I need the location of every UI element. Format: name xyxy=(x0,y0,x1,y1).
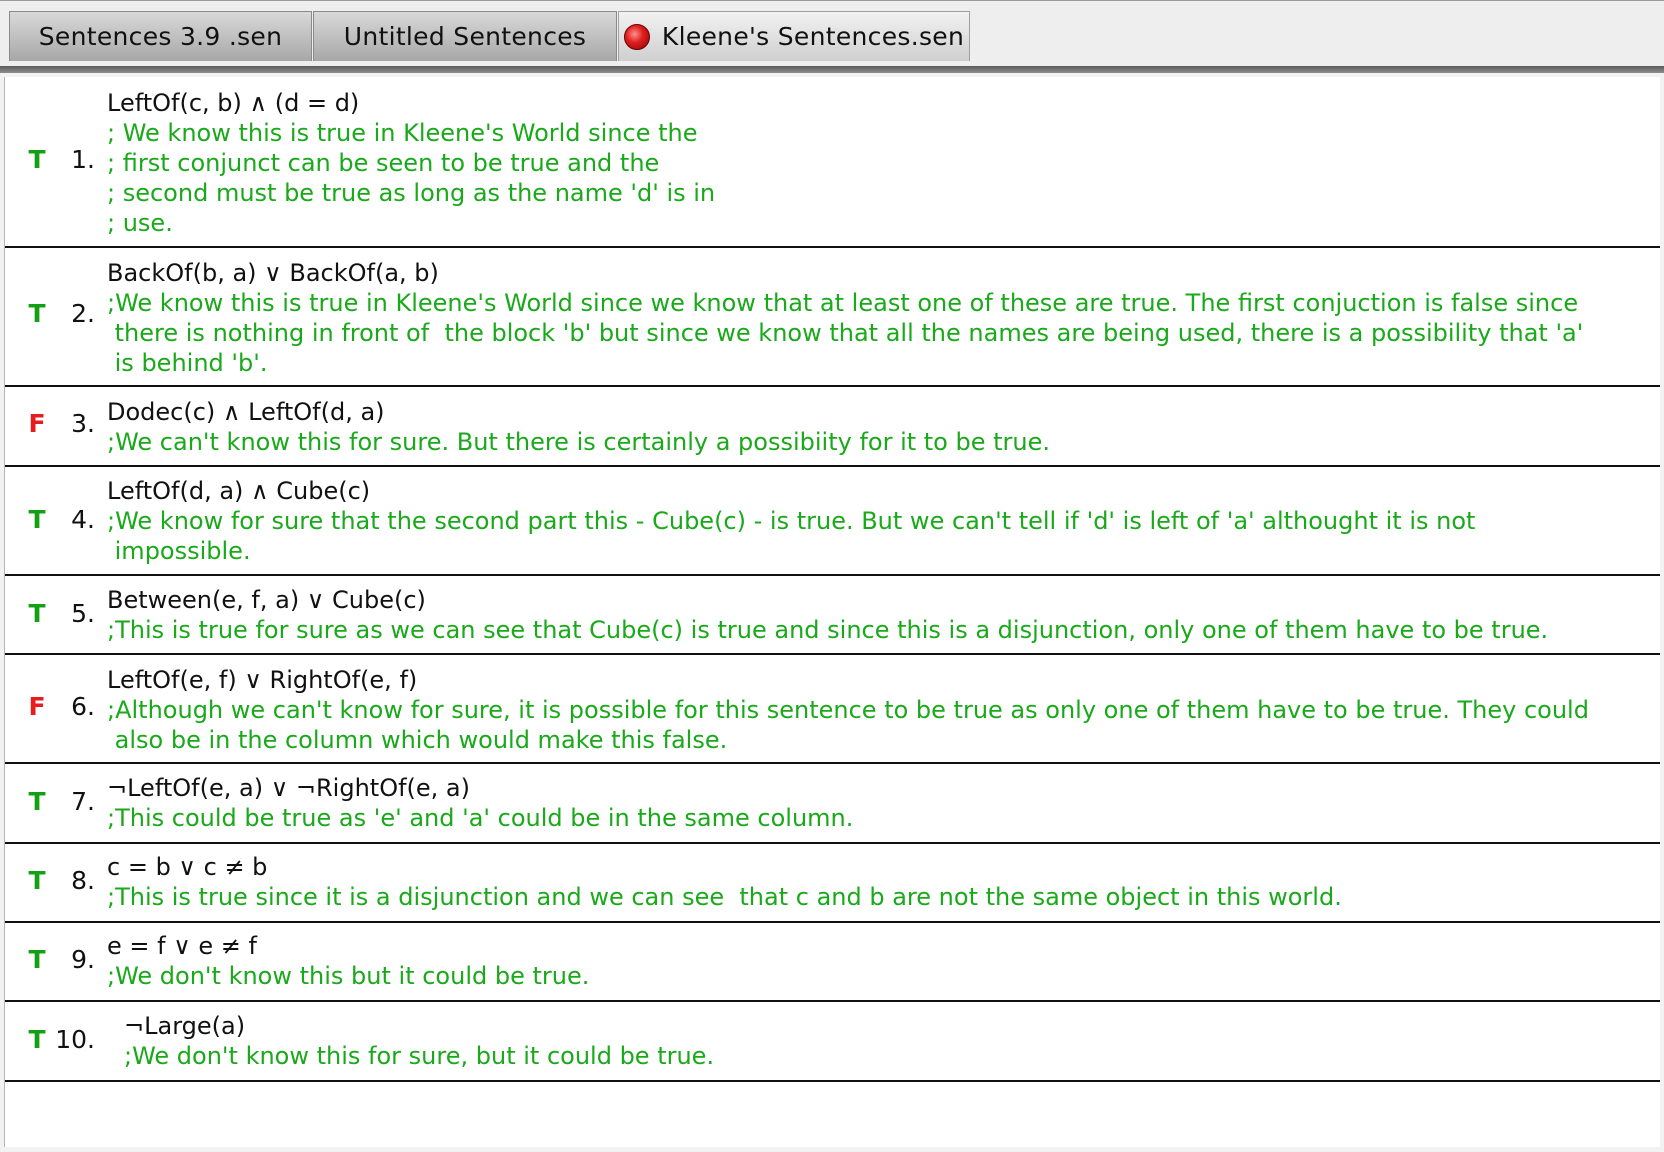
sentence-row-1[interactable]: T 1. LeftOf(c, b) ∧ (d = d) ; We know th… xyxy=(5,77,1660,248)
truth-value: F xyxy=(28,692,46,721)
sentence-formula[interactable]: c = b ∨ c ≠ b xyxy=(107,852,267,882)
sentence-formula[interactable]: e = f ∨ e ≠ f xyxy=(107,931,257,961)
sentence-comment: ;This is true for sure as we can see tha… xyxy=(107,615,1647,645)
sentence-number: 8. xyxy=(71,866,95,895)
sentence-formula[interactable]: LeftOf(d, a) ∧ Cube(c) xyxy=(107,476,370,506)
sentence-formula[interactable]: ¬Large(a) xyxy=(124,1011,245,1041)
sentence-comment: ;This is true since it is a disjunction … xyxy=(107,882,1647,912)
comment-line: ;We can't know this for sure. But there … xyxy=(107,428,1051,456)
sentence-row-7[interactable]: T 7. ¬LeftOf(e, a) ∨ ¬RightOf(e, a) ;Thi… xyxy=(5,764,1660,844)
tab-untitled-sentences[interactable]: Untitled Sentences xyxy=(313,11,617,61)
sentence-row-8[interactable]: T 8. c = b ∨ c ≠ b ;This is true since i… xyxy=(5,844,1660,923)
truth-value: T xyxy=(28,866,46,895)
red-sphere-icon xyxy=(623,23,650,50)
sentence-number: 3. xyxy=(71,409,95,438)
truth-value: T xyxy=(28,1025,46,1054)
tab-sentences-3-9[interactable]: Sentences 3.9 .sen xyxy=(9,11,312,61)
sentence-row-2[interactable]: T 2. BackOf(b, a) ∨ BackOf(a, b) ;We kno… xyxy=(5,248,1660,387)
comment-line: ; second must be true as long as the nam… xyxy=(107,179,716,207)
sentence-row-3[interactable]: F 3. Dodec(c) ∧ LeftOf(d, a) ;We can't k… xyxy=(5,387,1660,467)
sentence-row-9[interactable]: T 9. e = f ∨ e ≠ f ;We don't know this b… xyxy=(5,923,1660,1002)
truth-value: T xyxy=(28,505,46,534)
sentence-formula[interactable]: BackOf(b, a) ∨ BackOf(a, b) xyxy=(107,258,439,288)
sentence-number: 10. xyxy=(55,1025,95,1054)
tab-label: Sentences 3.9 .sen xyxy=(38,22,283,51)
truth-value: T xyxy=(28,145,46,174)
sentence-number: 7. xyxy=(71,787,95,816)
comment-line: impossible. xyxy=(107,537,251,565)
sentence-formula[interactable]: Dodec(c) ∧ LeftOf(d, a) xyxy=(107,397,385,427)
sentence-number: 1. xyxy=(71,145,95,174)
sentence-number: 9. xyxy=(71,945,95,974)
sentence-formula[interactable]: LeftOf(e, f) ∨ RightOf(e, f) xyxy=(107,665,417,695)
sentence-formula[interactable]: Between(e, f, a) ∨ Cube(c) xyxy=(107,585,426,615)
sentence-formula[interactable]: ¬LeftOf(e, a) ∨ ¬RightOf(e, a) xyxy=(107,773,470,803)
truth-value: T xyxy=(28,945,46,974)
comment-line: ;We don't know this for sure, but it cou… xyxy=(124,1042,715,1070)
sentence-formula[interactable]: LeftOf(c, b) ∧ (d = d) xyxy=(107,88,359,118)
comment-line: ;We know this is true in Kleene's World … xyxy=(107,289,1579,317)
sentence-number: 4. xyxy=(71,505,95,534)
comment-line: ;This is true for sure as we can see tha… xyxy=(107,616,1549,644)
comment-line: ; use. xyxy=(107,209,173,237)
comment-line: ;Although we can't know for sure, it is … xyxy=(107,696,1589,724)
comment-line: also be in the column which would make t… xyxy=(107,726,728,754)
sentence-comment: ;We don't know this but it could be true… xyxy=(107,961,1647,991)
truth-value: T xyxy=(28,787,46,816)
tab-label: Untitled Sentences xyxy=(343,22,587,51)
sentence-comment: ; We know this is true in Kleene's World… xyxy=(107,118,1647,238)
tab-kleenes-sentences[interactable]: Kleene's Sentences.sen xyxy=(618,11,970,61)
comment-line: there is nothing in front of the block '… xyxy=(107,319,1584,347)
sentence-row-4[interactable]: T 4. LeftOf(d, a) ∧ Cube(c) ;We know for… xyxy=(5,467,1660,576)
tab-divider xyxy=(0,66,1664,73)
comment-line: ;We know for sure that the second part t… xyxy=(107,507,1476,535)
sentence-number: 6. xyxy=(71,692,95,721)
truth-value: F xyxy=(28,409,46,438)
sentence-comment: ;We can't know this for sure. But there … xyxy=(107,427,1647,457)
sentence-row-6[interactable]: F 6. LeftOf(e, f) ∨ RightOf(e, f) ;Altho… xyxy=(5,655,1660,764)
comment-line: is behind 'b'. xyxy=(107,349,268,377)
sentence-row-10[interactable]: T 10. ¬Large(a) ;We don't know this for … xyxy=(5,1002,1660,1082)
truth-value: T xyxy=(28,599,46,628)
sentence-number: 2. xyxy=(71,299,95,328)
sentence-comment: ;This could be true as 'e' and 'a' could… xyxy=(107,803,1647,833)
sentence-comment: ;We know this is true in Kleene's World … xyxy=(107,288,1647,378)
comment-line: ; We know this is true in Kleene's World… xyxy=(107,119,698,147)
sentence-number: 5. xyxy=(71,599,95,628)
sentence-row-5[interactable]: T 5. Between(e, f, a) ∨ Cube(c) ;This is… xyxy=(5,576,1660,655)
sentence-comment: ;Although we can't know for sure, it is … xyxy=(107,695,1647,755)
comment-line: ;This is true since it is a disjunction … xyxy=(107,883,1342,911)
tab-label: Kleene's Sentences.sen xyxy=(661,22,965,51)
sentence-list[interactable]: T 1. LeftOf(c, b) ∧ (d = d) ; We know th… xyxy=(4,77,1660,1147)
comment-line: ;We don't know this but it could be true… xyxy=(107,962,590,990)
comment-line: ;This could be true as 'e' and 'a' could… xyxy=(107,804,854,832)
sentence-comment: ;We know for sure that the second part t… xyxy=(107,506,1647,566)
tab-bar: Sentences 3.9 .sen Untitled Sentences Kl… xyxy=(0,0,1664,66)
truth-value: T xyxy=(28,299,46,328)
comment-line: ; first conjunct can be seen to be true … xyxy=(107,149,660,177)
sentence-comment: ;We don't know this for sure, but it cou… xyxy=(124,1041,1660,1071)
